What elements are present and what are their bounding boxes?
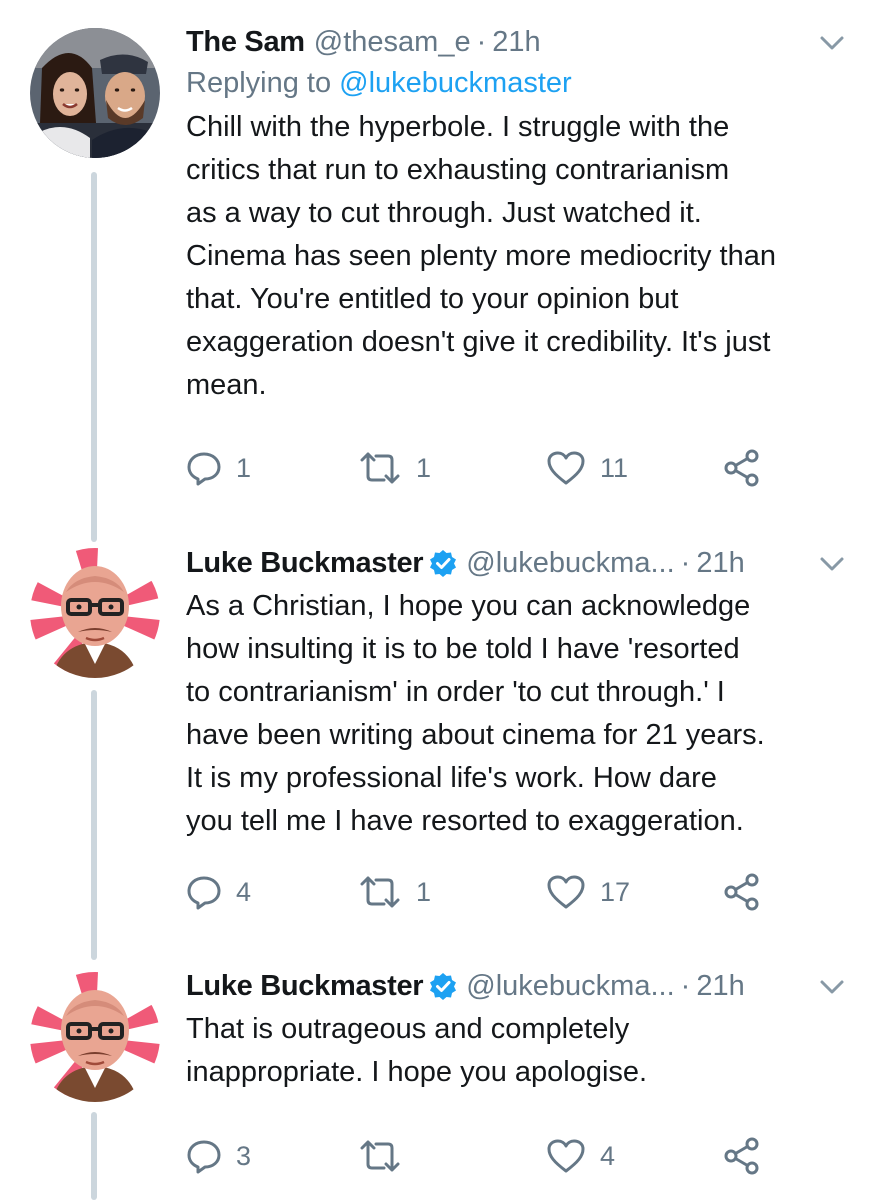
tweet-text-line: as a way to cut through. Just watched it…: [186, 197, 702, 229]
tweet-text-line: have been writing about cinema for 21 ye…: [186, 719, 765, 751]
tweet-text-line: that. You're entitled to your opinion bu…: [186, 283, 679, 315]
tweet-text: Chill with the hyperbole. I struggle wit…: [186, 106, 848, 407]
tweet-text-line: Cinema has seen plenty more mediocrity t…: [186, 240, 776, 272]
tweet-text-line: Chill with the hyperbole. I struggle wit…: [186, 111, 730, 143]
reply-count: 4: [236, 876, 252, 907]
avatar[interactable]: [30, 28, 160, 158]
display-name[interactable]: The Sam: [186, 22, 305, 62]
reply-icon: [186, 874, 222, 910]
tweet-text-line: That is outrageous and completely: [186, 1013, 630, 1045]
replying-to: Replying to @lukebuckmaster: [186, 62, 848, 104]
like-count: 4: [600, 1140, 616, 1171]
share-icon: [722, 872, 762, 912]
tweet-text-line: As a Christian, I hope you can acknowled…: [186, 590, 751, 622]
tweet-actions: 3 4: [186, 1134, 806, 1178]
like-button[interactable]: 11: [546, 446, 628, 490]
chevron-down-icon[interactable]: [816, 972, 848, 1000]
user-handle[interactable]: @lukebuckma...: [466, 966, 674, 1006]
retweet-button[interactable]: [358, 1134, 416, 1178]
reply-icon: [186, 450, 222, 486]
tweet-text-line: mean.: [186, 369, 267, 401]
tweet-header: Luke Buckmaster @lukebuckma... · 21h: [186, 543, 848, 583]
tweet-text-line: critics that run to exhausting contraria…: [186, 154, 730, 186]
tweet-text-line: exaggeration doesn't give it credibility…: [186, 326, 771, 358]
like-button[interactable]: 4: [546, 1134, 615, 1178]
display-name[interactable]: Luke Buckmaster: [186, 543, 424, 583]
separator-dot: ·: [680, 547, 691, 579]
like-button[interactable]: 17: [546, 870, 630, 914]
reply-button[interactable]: 4: [186, 870, 251, 914]
share-icon: [722, 1136, 762, 1176]
retweet-button[interactable]: 1: [358, 446, 431, 490]
user-handle[interactable]: @thesam_e: [314, 22, 471, 62]
tweet-text-line: inappropriate. I hope you apologise.: [186, 1056, 648, 1088]
user-handle[interactable]: @lukebuckma...: [466, 543, 674, 583]
reply-count: 1: [236, 452, 252, 483]
verified-badge-icon: [429, 549, 457, 577]
tweet-text: That is outrageous and completely inappr…: [186, 1008, 848, 1094]
tweet-actions: 4 1 17: [186, 870, 806, 914]
tweet-actions: 1 1 11: [186, 446, 806, 490]
tweet-header: Luke Buckmaster @lukebuckma... · 21h: [186, 966, 848, 1006]
timestamp[interactable]: 21h: [696, 966, 744, 1006]
tweet[interactable]: The Sam @thesam_e · 21h Replying to @luk…: [0, 0, 874, 540]
retweet-icon: [358, 874, 402, 910]
tweet-text-line: you tell me I have resorted to exaggerat…: [186, 805, 744, 837]
heart-icon: [546, 1138, 586, 1174]
tweet-text-line: It is my professional life's work. How d…: [186, 762, 717, 794]
replying-to-mention[interactable]: @lukebuckmaster: [339, 67, 572, 99]
retweet-button[interactable]: 1: [358, 870, 431, 914]
retweet-icon: [358, 1138, 402, 1174]
chevron-down-icon[interactable]: [816, 549, 848, 577]
reply-icon: [186, 1138, 222, 1174]
like-count: 17: [600, 876, 631, 907]
share-button[interactable]: [722, 446, 762, 490]
chevron-down-icon[interactable]: [816, 28, 848, 56]
share-button[interactable]: [722, 870, 762, 914]
tweet-text-line: how insulting it is to be told I have 'r…: [186, 633, 740, 665]
tweet-header: The Sam @thesam_e · 21h: [186, 22, 848, 62]
like-count: 11: [600, 452, 629, 483]
reply-button[interactable]: 3: [186, 1134, 251, 1178]
retweet-icon: [358, 450, 402, 486]
tweet[interactable]: Luke Buckmaster @lukebuckma... · 21h Tha…: [0, 960, 874, 1200]
timestamp[interactable]: 21h: [696, 543, 744, 583]
heart-icon: [546, 874, 586, 910]
share-button[interactable]: [722, 1134, 762, 1178]
reply-button[interactable]: 1: [186, 446, 251, 490]
replying-to-label: Replying to: [186, 67, 340, 99]
tweet-text: As a Christian, I hope you can acknowled…: [186, 585, 848, 843]
avatar[interactable]: [30, 548, 160, 678]
retweet-count: 1: [416, 452, 432, 483]
separator-dot: ·: [476, 26, 487, 58]
retweet-count: 1: [416, 876, 432, 907]
verified-badge-icon: [429, 972, 457, 1000]
tweet-text-line: to contrarianism' in order 'to cut throu…: [186, 676, 725, 708]
display-name[interactable]: Luke Buckmaster: [186, 966, 424, 1006]
timestamp[interactable]: 21h: [492, 22, 540, 62]
heart-icon: [546, 450, 586, 486]
conversation-thread: The Sam @thesam_e · 21h Replying to @luk…: [0, 0, 874, 1200]
share-icon: [722, 448, 762, 488]
separator-dot: ·: [680, 970, 691, 1002]
avatar[interactable]: [30, 972, 160, 1102]
tweet[interactable]: Luke Buckmaster @lukebuckma... · 21h As …: [0, 540, 874, 960]
reply-count: 3: [236, 1140, 252, 1171]
